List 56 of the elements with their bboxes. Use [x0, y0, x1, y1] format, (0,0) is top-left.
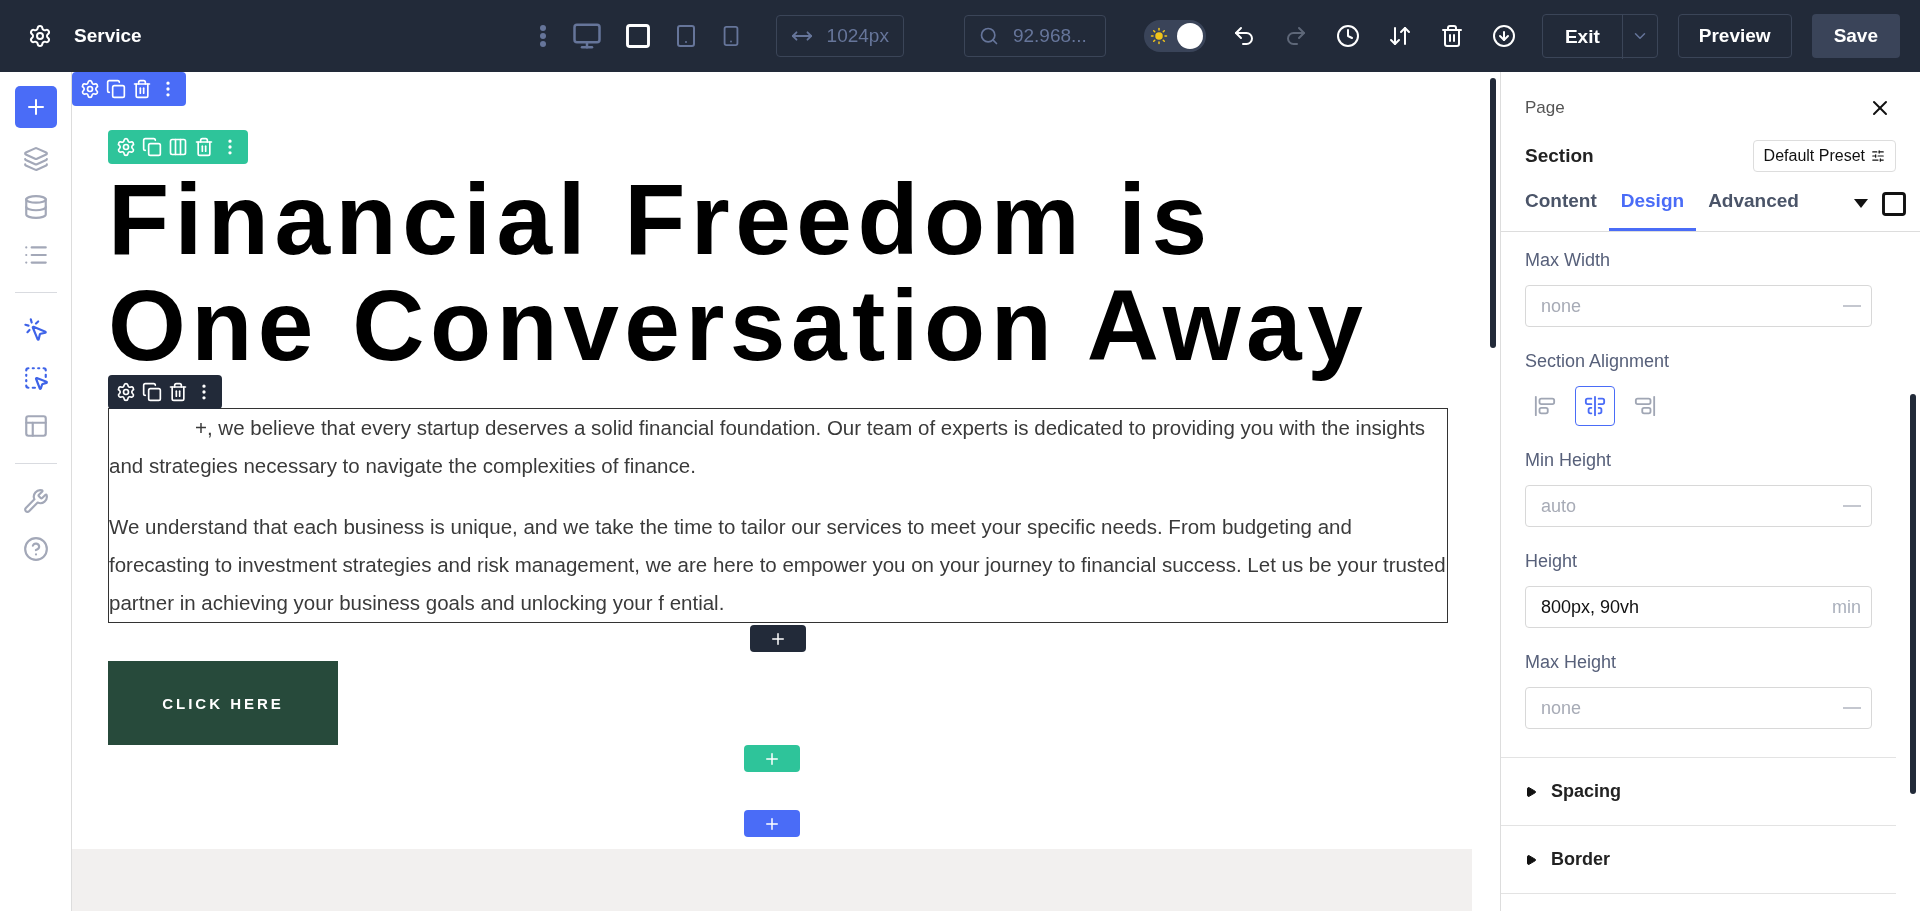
add-button[interactable]	[14, 86, 57, 128]
triangle-icon	[1525, 785, 1537, 798]
down-arrow-circle-icon	[1491, 24, 1516, 48]
panel-title: Section	[1525, 145, 1594, 167]
triangle-icon	[1525, 853, 1537, 866]
database-icon	[22, 194, 49, 220]
up-down-arrows-icon	[1387, 24, 1412, 48]
add-section-button[interactable]	[744, 810, 800, 837]
align-center-icon	[1584, 395, 1606, 417]
section-toggle[interactable]: Spacing	[1501, 758, 1896, 826]
wrench-icon	[22, 488, 49, 514]
layout-icon	[22, 413, 49, 439]
field-label: Max Width	[1525, 250, 1612, 271]
input-field[interactable]: 800px, 90vh min	[1525, 586, 1872, 628]
settings-icon[interactable]	[116, 382, 136, 402]
square-icon	[623, 22, 652, 50]
trash-icon	[1439, 24, 1464, 48]
sliders-icon	[1871, 149, 1885, 163]
field-label: Min Height	[1525, 450, 1613, 471]
field-label: Max Height	[1525, 652, 1618, 673]
layers-icon	[22, 146, 49, 172]
breadcrumb[interactable]: Page	[1525, 98, 1565, 118]
scrollbar[interactable]	[1910, 394, 1916, 794]
preset-button[interactable]: Default Preset	[1752, 140, 1896, 172]
dashed-pointer-icon	[22, 365, 49, 391]
theme-toggle[interactable]	[1143, 20, 1206, 52]
scrollbar[interactable]	[1490, 78, 1496, 348]
page-title: Service	[74, 25, 142, 47]
more-icon	[539, 25, 546, 47]
body-paragraph: We understand that each business is unique, and we take the time to tailor our services to meet your specific needs. From budgeting and forecasting to investment strategies and risk management, we are here to empower you on your journey to financial success. Let us be your trusted partner in achieving your business goals and unlocking your f ential.	[109, 514, 1447, 616]
settings-icon	[28, 24, 52, 48]
panel-tab[interactable]: Design	[1608, 176, 1697, 231]
cta-button[interactable]: CLICK HERE	[108, 661, 338, 745]
align-left-icon	[1534, 395, 1556, 417]
panel-tab[interactable]: Content	[1513, 176, 1609, 231]
field-label: Height	[1525, 551, 1579, 572]
help-icon	[22, 536, 49, 562]
square-icon	[1880, 189, 1908, 218]
body-paragraph: +, we believe that every startup deserves a solid financial foundation. Our team of experts is dedicated to providing you with the insights and strategies necessary to navigate the complexities of finance.	[109, 415, 1427, 479]
trash-icon[interactable]	[168, 382, 188, 402]
search-icon	[978, 26, 999, 46]
preview-button[interactable]: Preview	[1677, 14, 1792, 58]
monitor-icon	[571, 21, 602, 51]
hero-heading: Financial Freedom is One Conversation Away	[108, 164, 1370, 382]
align-right-icon	[1634, 395, 1656, 417]
caret-icon[interactable]	[1854, 198, 1868, 209]
field-label: Section Alignment	[1525, 351, 1671, 372]
duplicate-icon[interactable]	[142, 382, 162, 402]
clock-icon	[1335, 24, 1360, 48]
save-button[interactable]: Save	[1811, 14, 1900, 58]
pointer-icon	[22, 317, 49, 343]
align-center-button[interactable]	[1575, 386, 1615, 426]
section-toggle[interactable]: Border	[1501, 826, 1896, 894]
add-module-button[interactable]	[750, 625, 806, 652]
sun-icon	[1149, 27, 1168, 45]
panel-tab[interactable]: Advanced	[1696, 176, 1811, 231]
